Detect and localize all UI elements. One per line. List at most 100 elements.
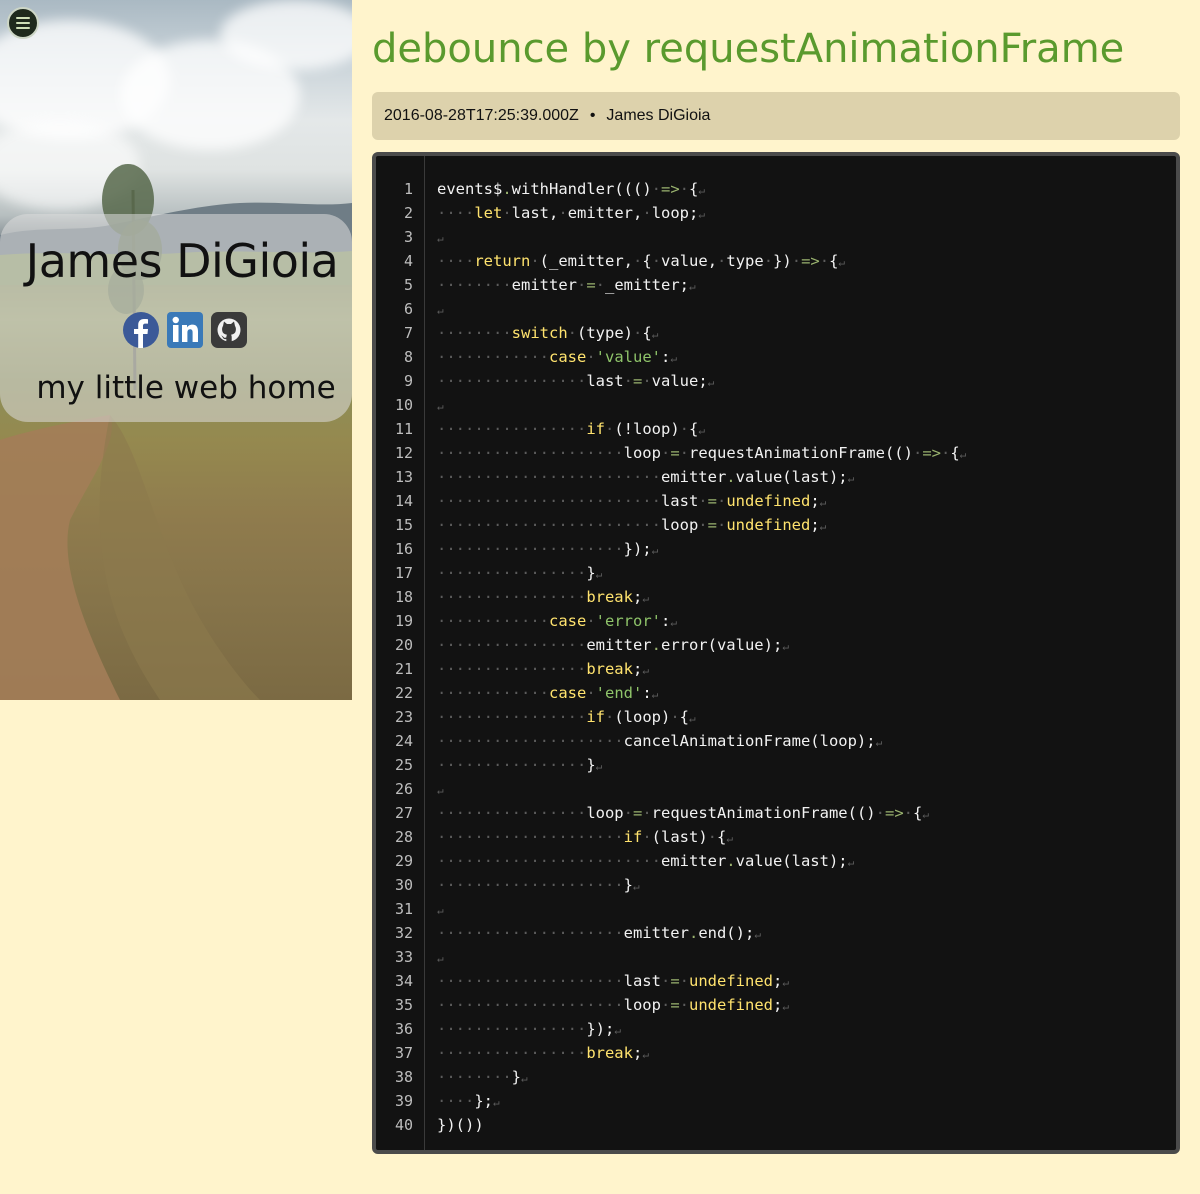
line-number: 10	[394, 396, 413, 414]
line-number: 16	[394, 540, 413, 558]
code-text: ····················if·(last)·{↵	[437, 828, 733, 846]
code-line: 27 ················loop·=·requestAnimatio…	[376, 801, 1176, 825]
code-line: 30 ····················}↵	[376, 873, 1176, 897]
code-text: ················break;↵	[437, 1044, 649, 1062]
code-text: ····················loop·=·undefined;↵	[437, 996, 789, 1014]
social-links	[0, 311, 352, 349]
code-text: ····················}↵	[437, 876, 640, 894]
code-line: 9 ················last·=·value;↵	[376, 369, 1176, 393]
code-text: ························emitter.value(la…	[437, 468, 855, 486]
code-text: ················}↵	[437, 564, 603, 582]
line-number: 15	[394, 516, 413, 534]
linkedin-icon	[167, 312, 203, 348]
code-line: 35 ····················loop·=·undefined;↵	[376, 993, 1176, 1017]
code-line: 38 ········}↵	[376, 1065, 1176, 1089]
code-text: ························emitter.value(la…	[437, 852, 855, 870]
code-text: ····················loop·=·requestAnimat…	[437, 444, 967, 462]
line-number: 24	[394, 732, 413, 750]
line-number: 36	[394, 1020, 413, 1038]
code-text: ················}↵	[437, 756, 603, 774]
github-link[interactable]	[210, 311, 248, 349]
line-number: 37	[394, 1044, 413, 1062]
line-number: 6	[403, 300, 413, 318]
code-text: ················});↵	[437, 1020, 621, 1038]
line-number: 35	[394, 996, 413, 1014]
code-line: 36 ················});↵	[376, 1017, 1176, 1041]
profile-name: James DiGioia	[25, 234, 339, 288]
code-line: 11 ················if·(!loop)·{↵	[376, 417, 1176, 441]
code-text: ↵	[437, 904, 444, 917]
code-text: ↵	[437, 304, 444, 317]
code-line: 17 ················}↵	[376, 561, 1176, 585]
code-line: 25 ················}↵	[376, 753, 1176, 777]
code-line: 16 ····················});↵	[376, 537, 1176, 561]
code-line: 7 ········switch·(type)·{↵	[376, 321, 1176, 345]
code-text: ························last·=·undefined…	[437, 492, 827, 510]
line-number: 20	[394, 636, 413, 654]
line-number: 33	[394, 948, 413, 966]
code-line: 18 ················break;↵	[376, 585, 1176, 609]
code-text: ················last·=·value;↵	[437, 372, 715, 390]
menu-button[interactable]	[7, 7, 39, 39]
line-number: 30	[394, 876, 413, 894]
code-text: ↵	[437, 784, 444, 797]
linkedin-link[interactable]	[166, 311, 204, 349]
code-line: 19 ············case·'error':↵	[376, 609, 1176, 633]
code-text: ····················});↵	[437, 540, 659, 558]
meta-separator: •	[589, 107, 596, 124]
line-number: 38	[394, 1068, 413, 1086]
code-text: ····················last·=·undefined;↵	[437, 972, 789, 990]
code-line: 4 ····return·(_emitter,·{·value,·type·})·…	[376, 249, 1176, 273]
code-text: ↵	[437, 952, 444, 965]
code-line: 28 ····················if·(last)·{↵	[376, 825, 1176, 849]
line-number: 21	[394, 660, 413, 678]
code-line: 5 ········emitter·=·_emitter;↵	[376, 273, 1176, 297]
line-number: 25	[394, 756, 413, 774]
code-text: ········switch·(type)·{↵	[437, 324, 659, 342]
code-text: ····················cancelAnimationFrame…	[437, 732, 883, 750]
post-date: 2016-08-28T17:25:39.000Z	[384, 107, 579, 124]
line-number: 2	[403, 204, 413, 222]
code-text: ················emitter.error(value);↵	[437, 636, 789, 654]
hamburger-menu-icon	[16, 17, 30, 29]
code-text: ················break;↵	[437, 660, 649, 678]
code-line: 40})())	[376, 1113, 1176, 1137]
code-text: ················if·(!loop)·{↵	[437, 420, 705, 438]
line-number: 13	[394, 468, 413, 486]
facebook-link[interactable]	[122, 311, 160, 349]
code-line: 39 ····};↵	[376, 1089, 1176, 1113]
line-number: 3	[403, 228, 413, 246]
code-line: 32 ····················emitter.end();↵	[376, 921, 1176, 945]
sidebar-hero: James DiGioia my little web home	[0, 0, 352, 700]
code-line: 22 ············case·'end':↵	[376, 681, 1176, 705]
code-line: 33 ↵	[376, 945, 1176, 969]
facebook-icon	[123, 312, 159, 348]
post-title: debounce by requestAnimationFrame	[372, 26, 1125, 72]
line-number: 7	[403, 324, 413, 342]
code-text: ················break;↵	[437, 588, 649, 606]
line-number: 4	[403, 252, 413, 270]
code-text: events$.withHandler((()·=>·{↵	[437, 180, 705, 198]
code-line: 37 ················break;↵	[376, 1041, 1176, 1065]
code-text: ················loop·=·requestAnimationF…	[437, 804, 929, 822]
line-number: 8	[403, 348, 413, 366]
code-line: 29 ························emitter.value(…	[376, 849, 1176, 873]
line-number: 17	[394, 564, 413, 582]
hero-dirt-path	[0, 415, 260, 700]
code-line: 21 ················break;↵	[376, 657, 1176, 681]
code-line: 23 ················if·(loop)·{↵	[376, 705, 1176, 729]
code-line: 20 ················emitter.error(value);↵	[376, 633, 1176, 657]
line-number: 32	[394, 924, 413, 942]
code-line: 2 ····let·last,·emitter,·loop;↵	[376, 201, 1176, 225]
code-line: 1 events$.withHandler((()·=>·{↵	[376, 177, 1176, 201]
code-line: 31 ↵	[376, 897, 1176, 921]
line-number: 11	[394, 420, 413, 438]
code-text: ············case·'value':↵	[437, 348, 677, 366]
code-text: ········emitter·=·_emitter;↵	[437, 276, 696, 294]
github-icon	[211, 312, 247, 348]
line-number: 5	[403, 276, 413, 294]
post-author: James DiGioia	[606, 107, 711, 124]
code-line: 13 ························emitter.value(…	[376, 465, 1176, 489]
line-number: 12	[394, 444, 413, 462]
line-number: 23	[394, 708, 413, 726]
